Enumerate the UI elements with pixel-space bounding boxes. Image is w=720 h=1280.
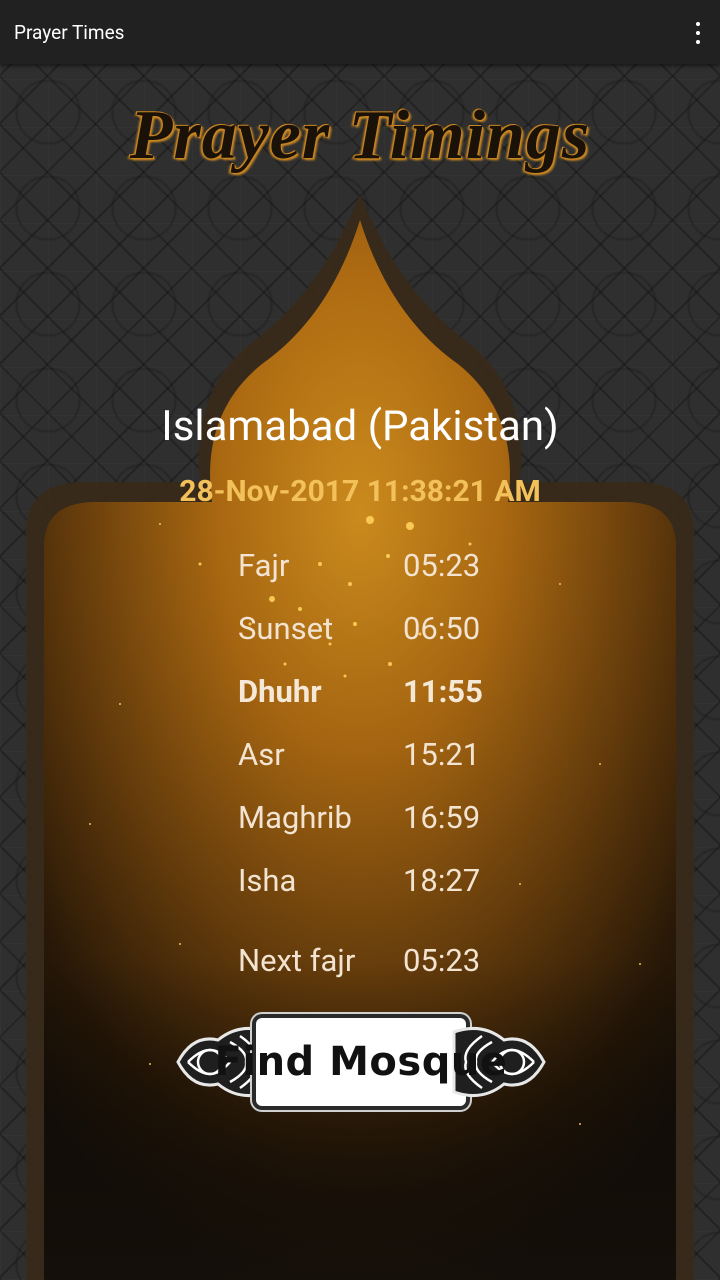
more-vert-icon[interactable]	[690, 20, 706, 46]
app-bar: Prayer Times	[0, 0, 720, 64]
prayer-time: 15:21	[403, 736, 481, 773]
prayer-time: 05:23	[403, 547, 481, 584]
current-datetime: 28-Nov-2017 11:38:21 AM	[179, 474, 541, 509]
app-title: Prayer Times	[14, 20, 125, 44]
prayer-row-sunset: Sunset 06:50	[238, 610, 558, 650]
find-mosque-label: Find Mosque	[214, 1039, 508, 1085]
prayer-row-isha: Isha 18:27	[238, 862, 558, 902]
prayer-name: Isha	[238, 862, 297, 899]
prayer-name: Fajr	[238, 547, 290, 584]
prayer-row-fajr: Fajr 05:23	[238, 547, 558, 587]
prayer-time: 05:23	[403, 942, 481, 979]
prayer-time: 11:55	[403, 673, 483, 710]
prayer-row-dhuhr: Dhuhr 11:55	[238, 673, 558, 713]
prayer-name: Asr	[238, 736, 285, 773]
prayer-name: Maghrib	[238, 799, 352, 836]
prayer-row-next-fajr: Next fajr 05:23	[238, 942, 558, 982]
prayer-row-maghrib: Maghrib 16:59	[238, 799, 558, 839]
prayer-row-asr: Asr 15:21	[238, 736, 558, 776]
prayer-time: 16:59	[403, 799, 481, 836]
prayer-name: Sunset	[238, 610, 334, 647]
prayer-name: Dhuhr	[238, 673, 322, 710]
prayer-name: Next fajr	[238, 942, 356, 979]
location-city: Islamabad (Pakistan)	[161, 402, 559, 451]
prayer-content: Islamabad (Pakistan) 28-Nov-2017 11:38:2…	[0, 0, 720, 1280]
prayer-time: 18:27	[403, 862, 481, 899]
find-mosque-button[interactable]: Find Mosque	[168, 1012, 554, 1112]
prayer-time: 06:50	[403, 610, 481, 647]
